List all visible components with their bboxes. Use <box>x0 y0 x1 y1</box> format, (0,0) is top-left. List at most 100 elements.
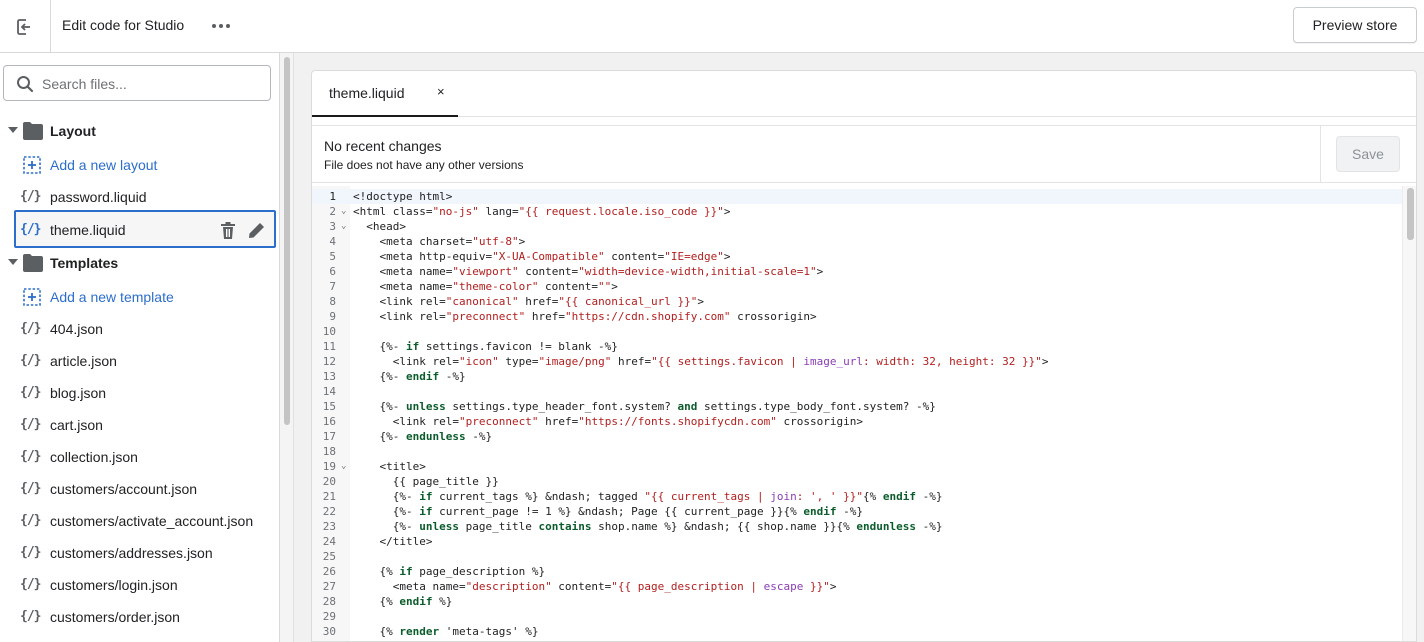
code-area[interactable]: 1 <!doctype html> 2 ⌄ <html class="no-js" la… <box>312 186 1416 641</box>
code-text: </title> <box>353 535 433 548</box>
code-file-icon: {/} <box>20 513 41 528</box>
code-file-icon: {/} <box>20 417 41 432</box>
code-line[interactable]: 5 <meta http-equiv="X-UA-Compatible" con… <box>312 249 1402 264</box>
line-number: 30 <box>322 625 336 638</box>
file-label: blog.json <box>50 385 107 401</box>
file-label: customers/activate_account.json <box>50 513 254 529</box>
file-row[interactable]: {/} customers/addresses.json <box>14 537 276 569</box>
code-line[interactable]: 7 <meta name="theme-color" content=""> <box>312 279 1402 294</box>
file-row[interactable]: {/} customers/activate_account.json <box>14 505 276 537</box>
code-text: <link rel="preconnect" href="https://cdn… <box>353 310 817 323</box>
file-row[interactable]: {/} article.json <box>14 345 276 377</box>
code-file-icon: {/} <box>20 321 41 336</box>
code-line[interactable]: 2 ⌄ <html class="no-js" lang="{{ request.l… <box>312 204 1402 219</box>
code-line[interactable]: 22 {%- if current_page != 1 %} &ndash; P… <box>312 504 1402 519</box>
code-text: {% endif %} <box>353 595 453 608</box>
file-row[interactable]: {/} 404.json <box>14 313 276 345</box>
code-file-icon: {/} <box>20 189 41 204</box>
line-number: 9 <box>329 310 336 323</box>
code-line[interactable]: 8 <link rel="canonical" href="{{ canonic… <box>312 294 1402 309</box>
line-number: 7 <box>329 280 336 293</box>
line-number: 26 <box>322 565 336 578</box>
exit-button[interactable] <box>0 0 51 53</box>
code-line[interactable]: 13 {%- endif -%} <box>312 369 1402 384</box>
code-line[interactable]: 3 ⌄ <head> <box>312 219 1402 234</box>
code-line[interactable]: 16 <link rel="preconnect" href="https://… <box>312 414 1402 429</box>
line-number: 12 <box>322 355 336 368</box>
search-input[interactable] <box>42 74 262 94</box>
add-file-icon <box>23 288 41 306</box>
code-line[interactable]: 11 {%- if settings.favicon != blank -%} <box>312 339 1402 354</box>
file-theme-liquid[interactable]: {/} theme.liquid <box>14 210 276 248</box>
line-number: 14 <box>322 385 336 398</box>
code-line[interactable]: 18 <box>312 444 1402 459</box>
code-line[interactable]: 15 {%- unless settings.type_header_font.… <box>312 399 1402 414</box>
exit-icon <box>17 18 33 35</box>
code-file-icon: {/} <box>20 449 41 464</box>
code-line[interactable]: 12 <link rel="icon" type="image/png" hre… <box>312 354 1402 369</box>
code-text: {% if page_description %} <box>353 565 546 578</box>
sidebar-scrollbar[interactable] <box>280 53 294 642</box>
code-text: {%- if settings.favicon != blank -%} <box>353 340 618 353</box>
code-line[interactable]: 24 </title> <box>312 534 1402 549</box>
code-line[interactable]: 1 <!doctype html> <box>312 189 1402 204</box>
fold-icon[interactable]: ⌄ <box>341 204 346 219</box>
file-password-liquid[interactable]: {/} password.liquid <box>14 181 276 213</box>
file-row[interactable]: {/} blog.json <box>14 377 276 409</box>
code-line[interactable]: 25 <box>312 549 1402 564</box>
line-number: 18 <box>322 445 336 458</box>
code-line[interactable]: 21 {%- if current_tags %} &ndash; tagged… <box>312 489 1402 504</box>
code-text: {%- if current_page != 1 %} &ndash; Page… <box>353 505 863 518</box>
tab-theme-liquid[interactable]: theme.liquid × <box>312 71 458 117</box>
tab-label: theme.liquid <box>329 85 405 101</box>
folder-templates[interactable]: Templates <box>0 247 279 279</box>
file-row[interactable]: {/} cart.json <box>14 409 276 441</box>
code-line[interactable]: 4 <meta charset="utf-8"> <box>312 234 1402 249</box>
add-layout-link[interactable]: Add a new layout <box>14 149 276 181</box>
code-line[interactable]: 19 ⌄ <title> <box>312 459 1402 474</box>
edit-icon[interactable] <box>248 222 265 239</box>
more-actions-button[interactable] <box>207 14 235 38</box>
code-file-icon: {/} <box>20 545 41 560</box>
code-line[interactable]: 23 {%- unless page_title contains shop.n… <box>312 519 1402 534</box>
code-line[interactable]: 26 {% if page_description %} <box>312 564 1402 579</box>
code-line[interactable]: 9 <link rel="preconnect" href="https://c… <box>312 309 1402 324</box>
line-number: 3 <box>329 220 336 233</box>
code-line[interactable]: 28 {% endif %} <box>312 594 1402 609</box>
code-scrollbar[interactable] <box>1402 186 1416 641</box>
code-file-icon: {/} <box>20 353 41 368</box>
code-line[interactable]: 10 <box>312 324 1402 339</box>
line-number: 5 <box>329 250 336 263</box>
fold-icon[interactable]: ⌄ <box>341 459 346 474</box>
close-icon[interactable]: × <box>437 84 445 99</box>
file-row[interactable]: {/} customers/login.json <box>14 569 276 601</box>
code-text: {% render 'meta-tags' %} <box>353 625 539 638</box>
search-field[interactable] <box>3 65 271 101</box>
scrollbar-thumb[interactable] <box>284 57 290 425</box>
delete-icon[interactable] <box>220 222 236 239</box>
file-label: 404.json <box>50 321 103 337</box>
fold-icon[interactable]: ⌄ <box>341 219 346 234</box>
add-template-link[interactable]: Add a new template <box>14 281 276 313</box>
code-line[interactable]: 17 {%- endunless -%} <box>312 429 1402 444</box>
preview-store-button[interactable]: Preview store <box>1293 7 1417 43</box>
code-line[interactable]: 14 <box>312 384 1402 399</box>
line-number: 29 <box>322 610 336 623</box>
version-status: No recent changes <box>324 138 442 154</box>
file-row[interactable]: {/} customers/order.json <box>14 601 276 633</box>
scrollbar-thumb[interactable] <box>1407 188 1414 240</box>
code-line[interactable]: 6 <meta name="viewport" content="width=d… <box>312 264 1402 279</box>
search-icon <box>17 76 34 93</box>
file-label: password.liquid <box>50 189 147 205</box>
code-line[interactable]: 27 <meta name="description" content="{{ … <box>312 579 1402 594</box>
file-row[interactable]: {/} customers/account.json <box>14 473 276 505</box>
save-button[interactable]: Save <box>1336 136 1400 172</box>
code-line[interactable]: 20 {{ page_title }} <box>312 474 1402 489</box>
line-number: 2 <box>329 205 336 218</box>
folder-layout[interactable]: Layout <box>0 115 279 147</box>
code-line[interactable]: 29 <box>312 609 1402 624</box>
code-line[interactable]: 30 {% render 'meta-tags' %} <box>312 624 1402 639</box>
file-row[interactable]: {/} collection.json <box>14 441 276 473</box>
file-label: customers/addresses.json <box>50 545 213 561</box>
tab-bar: theme.liquid × <box>312 71 1416 117</box>
